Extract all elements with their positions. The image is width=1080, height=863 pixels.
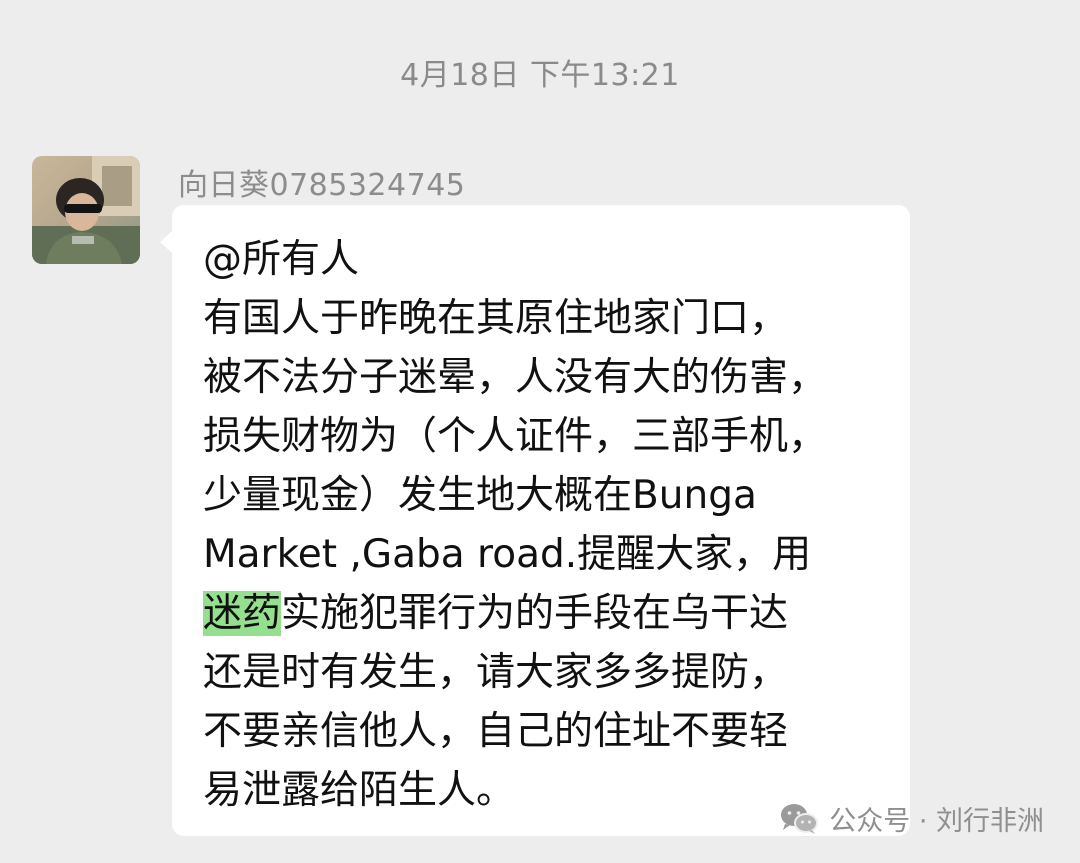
- wechat-icon: [781, 803, 819, 834]
- message-line-highlighted: 迷药实施犯罪行为的手段在乌干达: [203, 584, 903, 643]
- message-line: 损失财物为（个人证件，三部手机，: [203, 414, 828, 459]
- message-line: @所有人: [203, 237, 360, 282]
- message-line: 不要亲信他人，自己的住址不要轻: [203, 709, 789, 754]
- message-line-rest: 实施犯罪行为的手段在乌干达: [281, 591, 789, 636]
- watermark: 公众号 · 刘行非洲: [779, 799, 1044, 838]
- watermark-text: 公众号 · 刘行非洲: [829, 806, 1044, 837]
- message-line: Market ,Gaba road.提醒大家，用: [203, 532, 812, 577]
- chat-screen: 4月18日 下午13:21 向日葵0785324745 @所有人 有国人于昨晚在…: [0, 0, 1080, 863]
- message-text[interactable]: @所有人 有国人于昨晚在其原住地家门口， 被不法分子迷晕，人没有大的伤害， 损失…: [203, 230, 903, 820]
- message-line: 有国人于昨晚在其原住地家门口，: [203, 296, 789, 341]
- search-highlight: 迷药: [203, 591, 282, 636]
- sender-name: 向日葵0785324745: [178, 168, 466, 203]
- message-line: 少量现金）发生地大概在Bunga: [203, 473, 757, 518]
- avatar[interactable]: [32, 156, 140, 264]
- message-timestamp: 4月18日 下午13:21: [400, 58, 680, 93]
- message-line: 被不法分子迷晕，人没有大的伤害，: [203, 355, 828, 400]
- message-line: 还是时有发生，请大家多多提防，: [203, 650, 789, 695]
- avatar-photo: [32, 156, 140, 264]
